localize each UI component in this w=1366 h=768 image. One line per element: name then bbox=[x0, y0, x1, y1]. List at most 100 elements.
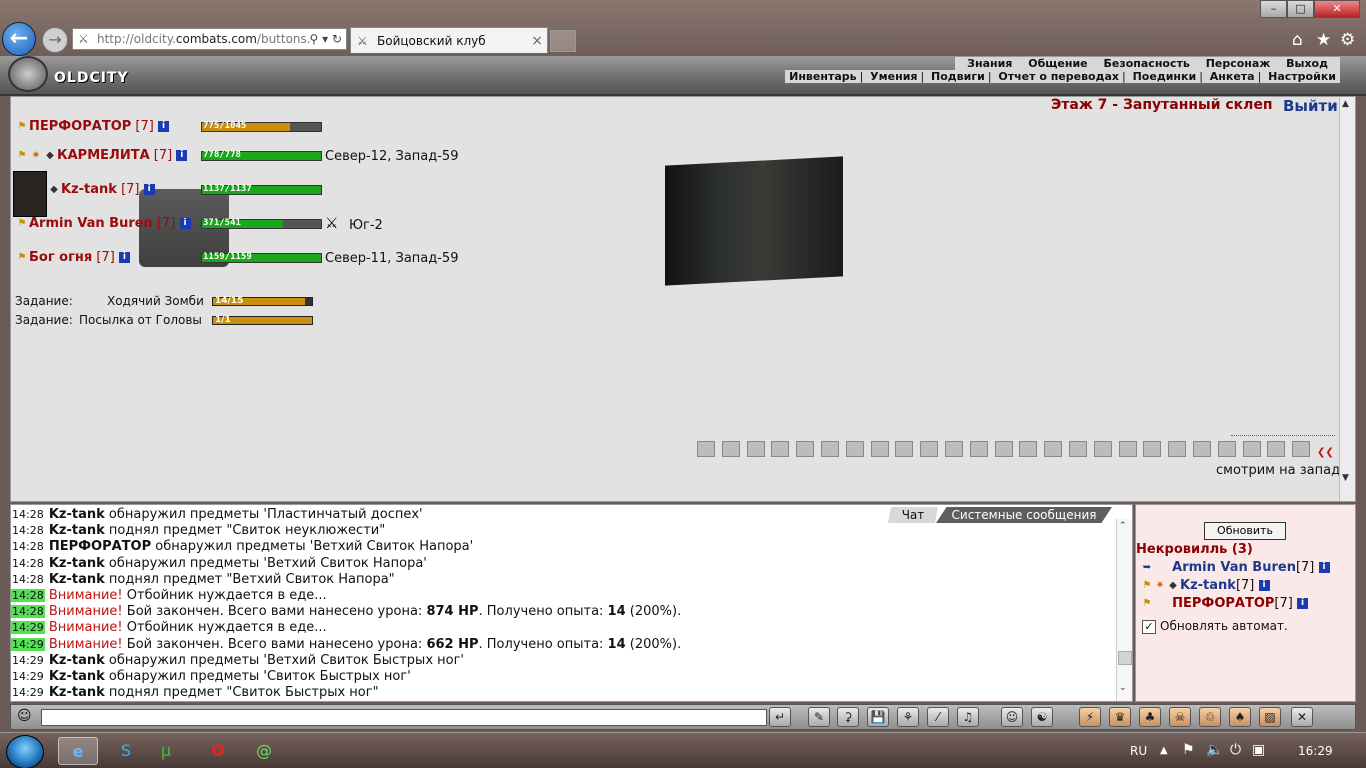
map-cell[interactable] bbox=[746, 441, 765, 457]
address-bar[interactable]: ⚔ http://oldcity.combats.com/buttons. ⚲ … bbox=[72, 28, 347, 50]
scroll-up-icon[interactable]: ▲ bbox=[1342, 99, 1349, 109]
flag-icon[interactable]: ♠ bbox=[1229, 707, 1251, 727]
back-button[interactable]: ← bbox=[2, 22, 36, 56]
auto-refresh-checkbox[interactable]: ✓ bbox=[1142, 619, 1156, 634]
exit-link[interactable]: Выйти bbox=[1283, 97, 1338, 115]
dropdown-icon[interactable]: ▾ bbox=[322, 32, 328, 46]
clock[interactable]: 16:29 bbox=[1298, 744, 1333, 758]
map-cell[interactable] bbox=[1242, 441, 1261, 457]
chat-author[interactable]: ПЕРФОРАТОР bbox=[49, 539, 151, 554]
map-cell[interactable] bbox=[771, 441, 790, 457]
info-icon[interactable]: i bbox=[179, 218, 191, 229]
player-name[interactable]: КАРМЕЛИТА bbox=[57, 148, 150, 163]
map-cell[interactable] bbox=[920, 441, 939, 457]
translit-icon[interactable]: ⁄ bbox=[927, 707, 949, 727]
info-icon[interactable]: i bbox=[176, 150, 188, 161]
nav-skills[interactable]: Умения bbox=[870, 70, 917, 83]
new-tab-button[interactable] bbox=[550, 30, 576, 52]
map-cell[interactable] bbox=[1093, 441, 1112, 457]
player-name[interactable]: Armin Van Buren bbox=[29, 216, 153, 231]
chat-time[interactable]: 14:28 bbox=[11, 573, 45, 586]
map-cell[interactable] bbox=[870, 441, 889, 457]
map-cell[interactable] bbox=[845, 441, 864, 457]
nav-communication[interactable]: Общение bbox=[1028, 57, 1087, 70]
scroll-down-icon[interactable]: ⌄ bbox=[1119, 683, 1127, 693]
chat-author[interactable]: Kz-tank bbox=[49, 669, 105, 684]
info-icon[interactable]: i bbox=[143, 184, 155, 195]
nav-duels[interactable]: Поединки bbox=[1133, 70, 1197, 83]
sound-icon[interactable]: ♫ bbox=[957, 707, 979, 727]
ie-icon[interactable]: e bbox=[58, 737, 98, 765]
skull-icon[interactable]: ☠ bbox=[1169, 707, 1191, 727]
chat-time[interactable]: 14:28 bbox=[11, 524, 45, 537]
send-icon[interactable]: ↵ bbox=[769, 707, 791, 727]
show-hidden-icon[interactable]: ▲ bbox=[1160, 745, 1168, 756]
map-cell[interactable] bbox=[1217, 441, 1236, 457]
chat-time[interactable]: 14:28 bbox=[11, 557, 45, 570]
chat-time[interactable]: 14:29 bbox=[11, 654, 45, 667]
nav-inventory[interactable]: Инвентарь bbox=[789, 70, 856, 83]
chat-time[interactable]: 14:28 bbox=[11, 605, 45, 619]
map-cell[interactable] bbox=[1267, 441, 1286, 457]
map-cell[interactable] bbox=[1069, 441, 1087, 457]
player-name[interactable]: ПЕРФОРАТОР bbox=[29, 119, 131, 134]
emotes-icon[interactable]: ☯ bbox=[1031, 707, 1053, 727]
chat-author[interactable]: Kz-tank bbox=[49, 556, 105, 571]
map-cell[interactable] bbox=[697, 441, 715, 457]
nav-character[interactable]: Персонаж bbox=[1206, 57, 1271, 70]
chat-time[interactable]: 14:28 bbox=[11, 589, 45, 602]
scroll-thumb[interactable] bbox=[1118, 651, 1132, 665]
avatar[interactable] bbox=[13, 171, 47, 217]
refresh-icon[interactable]: ↻ bbox=[332, 32, 342, 46]
map-cell[interactable] bbox=[969, 441, 988, 457]
favorites-star-icon[interactable]: ★ bbox=[1316, 30, 1331, 50]
chat-author[interactable]: Kz-tank bbox=[49, 507, 105, 522]
map-strip[interactable] bbox=[697, 441, 1317, 459]
crown-icon[interactable]: ♛ bbox=[1109, 707, 1131, 727]
chat-time[interactable]: 14:29 bbox=[11, 621, 45, 635]
network-icon[interactable]: ▣ bbox=[1252, 742, 1265, 758]
dance-icon[interactable]: ⚘ bbox=[897, 707, 919, 727]
info-icon[interactable]: i bbox=[157, 121, 169, 132]
map-cell[interactable] bbox=[1019, 441, 1038, 457]
start-button[interactable] bbox=[6, 735, 44, 768]
user-name[interactable]: ПЕРФОРАТОР bbox=[1172, 596, 1274, 611]
skype-icon[interactable]: S bbox=[106, 737, 146, 765]
info-icon[interactable]: i bbox=[118, 252, 130, 263]
info-icon[interactable]: i bbox=[1296, 598, 1308, 609]
search-icon[interactable]: ⚲ bbox=[309, 32, 318, 46]
opera-icon[interactable]: O bbox=[198, 737, 238, 765]
chat-author[interactable]: Kz-tank bbox=[49, 572, 105, 587]
exit-icon[interactable]: ▨ bbox=[1259, 707, 1281, 727]
chat-time[interactable]: 14:29 bbox=[11, 637, 45, 651]
tab-chat[interactable]: Чат bbox=[888, 507, 938, 523]
user-name[interactable]: Kz-tank bbox=[1180, 578, 1236, 593]
close-window-button[interactable]: ✕ bbox=[1314, 0, 1360, 18]
pet-icon[interactable]: ♲ bbox=[1199, 707, 1221, 727]
map-cell[interactable] bbox=[895, 441, 914, 457]
home-icon[interactable]: ⌂ bbox=[1292, 30, 1303, 50]
user-name[interactable]: Armin Van Buren bbox=[1172, 560, 1296, 575]
dungeon-view[interactable] bbox=[665, 156, 843, 286]
utorrent-icon[interactable]: μ bbox=[146, 737, 186, 765]
scroll-down-icon[interactable]: ▼ bbox=[1342, 473, 1349, 483]
nav-knowledge[interactable]: Знания bbox=[967, 57, 1012, 70]
settings-gear-icon[interactable]: ⚙ bbox=[1340, 30, 1355, 50]
speaker-head-icon[interactable]: ☺ bbox=[17, 708, 32, 724]
game-scrollbar[interactable]: ▲ ▼ bbox=[1339, 97, 1355, 501]
forward-button[interactable]: → bbox=[42, 27, 68, 53]
chat-time[interactable]: 14:28 bbox=[11, 508, 45, 521]
save-icon[interactable]: 💾 bbox=[867, 707, 889, 727]
chat-time[interactable]: 14:29 bbox=[11, 670, 45, 683]
map-cell[interactable] bbox=[1118, 441, 1137, 457]
info-icon[interactable]: i bbox=[1258, 580, 1270, 591]
player-name[interactable]: Бог огня bbox=[29, 250, 92, 265]
auto-refresh-option[interactable]: ✓ Обновлять автомат. bbox=[1142, 619, 1288, 634]
bag-icon[interactable]: ♣ bbox=[1139, 707, 1161, 727]
direction-arrow-icon[interactable]: ❮❮ bbox=[1317, 447, 1334, 458]
power-icon[interactable]: ⏻ bbox=[1230, 742, 1241, 758]
flag-icon[interactable]: ⚑ bbox=[1182, 742, 1195, 758]
browser-tab[interactable]: ⚔ Бойцовский клуб × bbox=[350, 27, 548, 53]
chat-author[interactable]: Kz-tank bbox=[49, 685, 105, 700]
chat-scrollbar[interactable]: ⌃ ⌄ bbox=[1116, 519, 1132, 701]
